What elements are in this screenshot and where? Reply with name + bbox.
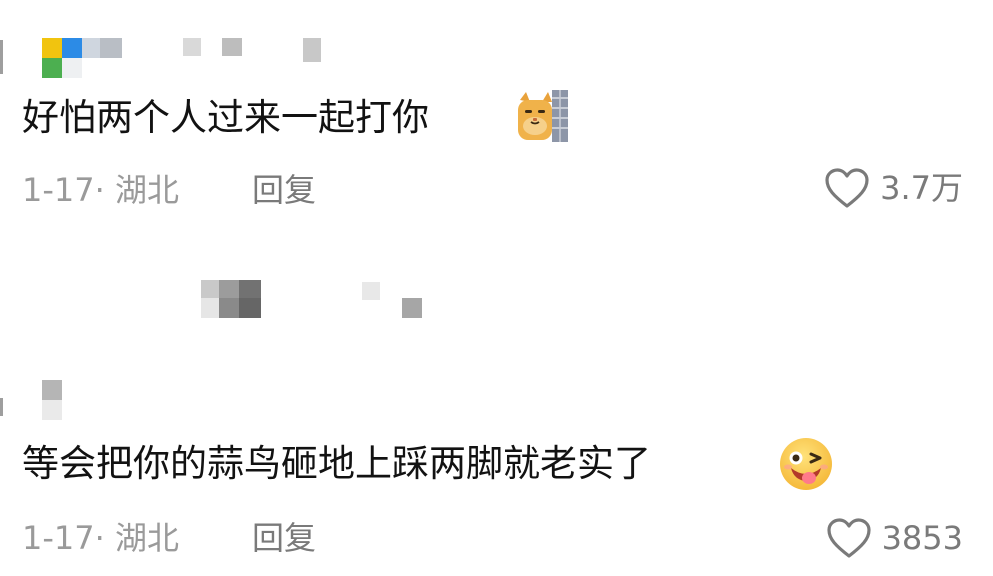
name-pixel: [201, 280, 219, 298]
avatar-pixel: [42, 380, 62, 400]
name-pixel: [219, 298, 239, 318]
avatar-pixel: [42, 38, 62, 58]
name-pixel: [239, 298, 261, 318]
name-pixel: [239, 280, 261, 298]
like-count: 3853: [881, 519, 963, 557]
heart-icon: [826, 518, 871, 558]
reply-button[interactable]: 回复: [252, 170, 316, 210]
name-pixel: [219, 280, 239, 298]
left-edge-marker: [0, 40, 3, 74]
name-pixel: [303, 38, 321, 62]
comment-text: 好怕两个人过来一起打你: [22, 96, 429, 140]
comment-date: 1-17·: [22, 519, 105, 557]
heart-icon: [825, 168, 869, 208]
left-edge-marker: [0, 398, 3, 416]
avatar-pixel: [82, 38, 100, 58]
comment-body: 好怕两个人过来一起打你: [22, 96, 429, 139]
comment-location: 湖北: [114, 171, 179, 209]
comment-text: 等会把你的蒜鸟砸地上踩两脚就老实了: [22, 442, 651, 486]
avatar-pixel: [100, 38, 122, 58]
avatar-pixel: [42, 58, 62, 78]
comment-date-location: 1-17· 湖北: [22, 170, 179, 210]
name-pixel: [201, 298, 219, 318]
comment-date-location: 1-17· 湖北: [22, 518, 179, 558]
reply-button[interactable]: 回复: [252, 518, 316, 558]
avatar-pixel: [62, 58, 82, 78]
avatar-pixel: [62, 38, 82, 58]
avatar-pixel: [42, 400, 62, 420]
cat-emoji-icon: [516, 90, 568, 142]
comment-location: 湖北: [114, 519, 179, 557]
name-pixel: [402, 298, 422, 318]
like-count: 3.7万: [880, 169, 963, 207]
name-pixel: [183, 38, 201, 56]
name-pixel: [362, 282, 380, 300]
comment-date: 1-17·: [22, 171, 105, 209]
like-button[interactable]: 3853: [826, 514, 963, 562]
comment-body: 等会把你的蒜鸟砸地上踩两脚就老实了: [22, 442, 651, 485]
wink-tongue-emoji-icon: [778, 436, 834, 492]
like-button[interactable]: 3.7万: [824, 164, 963, 212]
name-pixel: [222, 38, 242, 56]
